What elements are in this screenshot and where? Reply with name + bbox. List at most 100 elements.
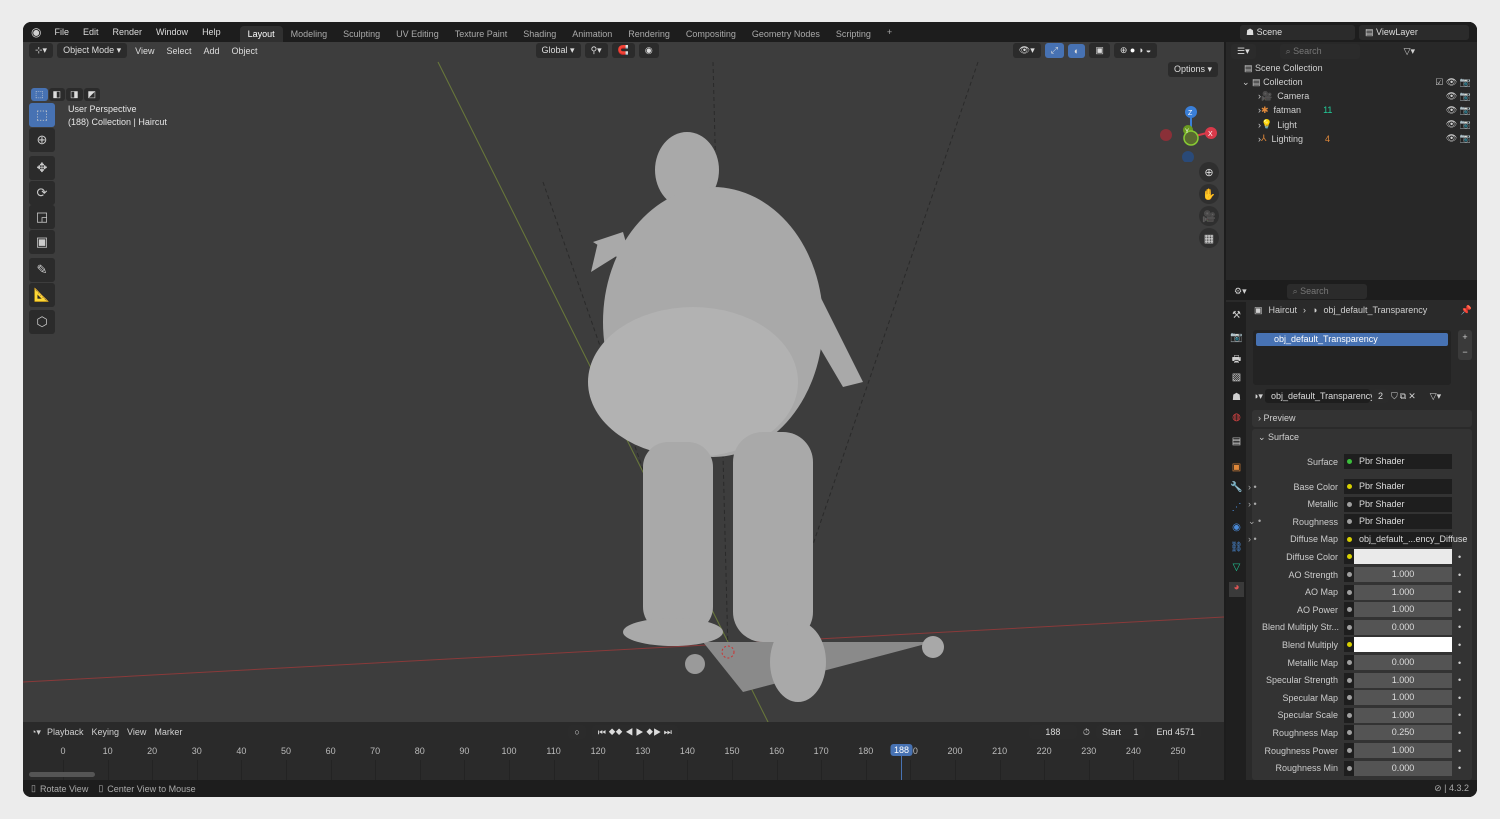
snap-icon[interactable]: 🧲 (611, 43, 635, 58)
material-users-count[interactable]: 2 (1371, 389, 1389, 403)
property-value-field[interactable] (1354, 637, 1452, 653)
keyframe-dot-icon[interactable]: • (1458, 605, 1461, 615)
3d-viewport[interactable]: ⊹▾ Object Mode ▾ View Select Add Object Glo… (23, 42, 1224, 722)
property-value-field[interactable]: 0.000 (1354, 619, 1452, 635)
expand-arrow-icon[interactable]: ⌄ • (1248, 516, 1262, 527)
socket-icon[interactable] (1344, 531, 1354, 547)
world-tab-icon[interactable]: ◍ (1229, 412, 1244, 427)
tab-geometry-nodes[interactable]: Geometry Nodes (744, 26, 828, 42)
outliner-item-fatman[interactable]: › ✱ fatman 11 👁 📷 (1226, 103, 1477, 117)
properties-search-input[interactable]: ⌕ Search (1286, 283, 1367, 299)
keyframe-dot-icon[interactable]: • (1458, 587, 1461, 597)
property-value-field[interactable]: Pbr Shader (1354, 479, 1452, 494)
menu-help[interactable]: Help (195, 27, 228, 37)
socket-icon[interactable] (1344, 602, 1354, 618)
menu-file[interactable]: File (47, 27, 76, 37)
socket-icon[interactable] (1344, 637, 1354, 653)
gizmo-toggle-icon[interactable]: ⤢ (1044, 43, 1064, 58)
filter-icon[interactable]: ▽▾ (1404, 46, 1415, 57)
unlink-icon[interactable]: ✕ (1408, 391, 1416, 402)
particles-tab-icon[interactable]: ⋰ (1229, 502, 1244, 517)
orientation-dropdown[interactable]: Global ▾ (535, 43, 581, 58)
property-value-field[interactable]: Pbr Shader (1354, 514, 1452, 530)
annotate-tool-icon[interactable]: ✎ (29, 258, 55, 282)
zoom-icon[interactable]: ⊕ (1199, 162, 1219, 182)
measure-tool-icon[interactable]: 📐 (29, 283, 55, 307)
tab-animation[interactable]: Animation (564, 26, 620, 42)
property-value-field[interactable]: 0.000 (1354, 760, 1452, 776)
socket-icon[interactable] (1344, 725, 1354, 741)
timeline[interactable]: ◔▾ Playback Keying View Marker ○ ⏮ ◆◆ ◀ ▶ ◆… (23, 722, 1224, 780)
visibility-controls[interactable]: 👁 📷 (1446, 91, 1471, 102)
object-tab-icon[interactable]: ▣ (1229, 462, 1244, 477)
material-tab-icon[interactable]: ◕ (1229, 582, 1244, 597)
tool-tab-icon[interactable]: ⚒ (1229, 310, 1244, 325)
socket-icon[interactable] (1344, 743, 1354, 758)
property-value-field[interactable]: 1.000 (1354, 690, 1452, 706)
blender-logo-icon[interactable]: ◉ (23, 25, 47, 39)
mode-dropdown[interactable]: Object Mode ▾ (57, 43, 128, 58)
node-filter-icon[interactable]: ▽▾ (1430, 391, 1441, 402)
constraints-tab-icon[interactable]: ⛓ (1229, 542, 1244, 557)
property-value-field[interactable]: 1.000 (1354, 567, 1452, 582)
keyframe-dot-icon[interactable]: • (1458, 693, 1461, 703)
output-tab-icon[interactable]: 🖶 (1229, 352, 1244, 367)
keyframe-dot-icon[interactable]: • (1458, 675, 1461, 685)
scene-selector[interactable]: ☗ Scene (1240, 24, 1355, 40)
tab-uv-editing[interactable]: UV Editing (388, 26, 447, 42)
visibility-controls[interactable]: 👁 📷 (1446, 133, 1471, 144)
socket-icon[interactable] (1344, 584, 1354, 600)
outliner-item-lighting[interactable]: › ⅄ Lighting 4 👁 📷 (1226, 132, 1477, 146)
surface-panel-label[interactable]: Surface (1268, 432, 1299, 442)
pivot-icon[interactable]: ⚲▾ (584, 43, 608, 58)
slot-add-remove-buttons[interactable]: + − (1458, 330, 1472, 360)
camera-view-icon[interactable]: 🎥 (1199, 206, 1219, 226)
keyframe-dot-icon[interactable]: • (1458, 658, 1461, 668)
keyframe-dot-icon[interactable]: • (1458, 763, 1461, 773)
socket-icon[interactable] (1344, 454, 1354, 469)
data-tab-icon[interactable]: ▽ (1229, 562, 1244, 577)
tab-rendering[interactable]: Rendering (620, 26, 678, 42)
add-cube-tool-icon[interactable]: ⬡ (29, 310, 55, 334)
viewport-menu-object[interactable]: Object (228, 46, 262, 56)
property-value-field[interactable]: 1.000 (1354, 584, 1452, 600)
outliner-item-light[interactable]: › 💡 Light 👁 📷 (1226, 118, 1477, 132)
collection-tab-icon[interactable]: ▤ (1229, 436, 1244, 451)
property-value-field[interactable]: obj_default_...ency_Diffuse (1354, 531, 1467, 547)
keyframe-dot-icon[interactable]: • (1458, 570, 1461, 580)
expand-arrow-icon[interactable]: › • (1248, 534, 1262, 544)
tab-scripting[interactable]: Scripting (828, 26, 879, 42)
property-value-field[interactable]: Pbr Shader (1354, 496, 1452, 512)
property-value-field[interactable] (1354, 549, 1452, 565)
keyframe-dot-icon[interactable]: • (1458, 728, 1461, 738)
material-browse-icon[interactable]: ◑▾ (1253, 391, 1263, 402)
rotate-tool-icon[interactable]: ⟳ (29, 181, 55, 205)
property-value-field[interactable]: Pbr Shader (1354, 454, 1452, 469)
material-slot-list[interactable]: obj_default_Transparency (1253, 330, 1451, 385)
socket-icon[interactable] (1344, 690, 1354, 706)
preview-panel-header[interactable]: › Preview (1252, 410, 1472, 427)
keyframe-dot-icon[interactable]: • (1458, 552, 1461, 562)
move-tool-icon[interactable]: ✥ (29, 156, 55, 180)
viewport-menu-select[interactable]: Select (162, 46, 195, 56)
xray-icon[interactable]: ▣ (1089, 43, 1110, 58)
socket-icon[interactable] (1344, 672, 1354, 688)
keyframe-dot-icon[interactable]: • (1458, 710, 1461, 720)
navigation-gizmo[interactable]: Z X Y (1153, 102, 1223, 162)
proportional-edit-icon[interactable]: ◉ (638, 43, 659, 58)
keyframe-dot-icon[interactable]: • (1458, 746, 1461, 756)
pan-hand-icon[interactable]: ✋ (1199, 184, 1219, 204)
material-slot-item[interactable]: obj_default_Transparency (1256, 333, 1448, 346)
render-tab-icon[interactable]: 📷 (1229, 332, 1244, 347)
overlay-toggle-icon[interactable]: ◐ (1067, 43, 1086, 58)
socket-icon[interactable] (1344, 619, 1354, 635)
socket-icon[interactable] (1344, 514, 1354, 530)
ortho-grid-icon[interactable]: ▦ (1199, 228, 1219, 248)
transform-tool-icon[interactable]: ▣ (29, 230, 55, 254)
keyframe-dot-icon[interactable]: • (1458, 622, 1461, 632)
properties-editor[interactable]: ⚙▾ ⌕ Search ⚒ 📷 🖶 ▧ ☗ ◍ ▤ ▣ 🔧 ⋰ ◉ ⛓ ▽ ◕ … (1226, 282, 1477, 780)
scale-tool-icon[interactable]: ◲ (29, 205, 55, 229)
expand-arrow-icon[interactable]: › • (1248, 499, 1262, 509)
property-value-field[interactable]: 1.000 (1354, 672, 1452, 688)
select-mode-buttons[interactable]: ⬚ ◧ ◨ ◩ (31, 88, 101, 101)
